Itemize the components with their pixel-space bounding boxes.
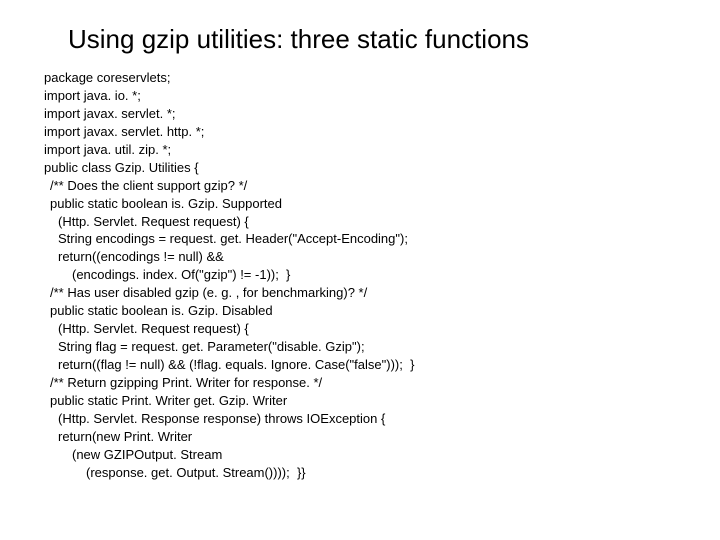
code-line: import java. io. *; — [44, 87, 676, 105]
code-line: (encodings. index. Of("gzip") != -1)); } — [44, 266, 676, 284]
code-comment: /** Has user disabled gzip (e. g. , for … — [44, 284, 676, 302]
code-comment: /** Does the client support gzip? */ — [44, 177, 676, 195]
code-line: (Http. Servlet. Request request) { — [44, 320, 676, 338]
code-line: String encodings = request. get. Header(… — [44, 230, 676, 248]
code-block: package coreservlets; import java. io. *… — [44, 69, 676, 482]
slide-title: Using gzip utilities: three static funct… — [68, 24, 676, 55]
code-line: (new GZIPOutput. Stream — [44, 446, 676, 464]
code-line: String flag = request. get. Parameter("d… — [44, 338, 676, 356]
code-line: public static boolean is. Gzip. Disabled — [44, 302, 676, 320]
code-line: package coreservlets; — [44, 69, 676, 87]
code-line: import java. util. zip. *; — [44, 141, 676, 159]
code-line: public static Print. Writer get. Gzip. W… — [44, 392, 676, 410]
code-line: public static boolean is. Gzip. Supporte… — [44, 195, 676, 213]
code-line: (Http. Servlet. Request request) { — [44, 213, 676, 231]
code-line: return(new Print. Writer — [44, 428, 676, 446]
code-line: public class Gzip. Utilities { — [44, 159, 676, 177]
code-line: (response. get. Output. Stream()))); }} — [44, 464, 676, 482]
code-line: import javax. servlet. http. *; — [44, 123, 676, 141]
code-line: import javax. servlet. *; — [44, 105, 676, 123]
code-line: return((flag != null) && (!flag. equals.… — [44, 356, 676, 374]
code-comment: /** Return gzipping Print. Writer for re… — [44, 374, 676, 392]
code-line: (Http. Servlet. Response response) throw… — [44, 410, 676, 428]
code-line: return((encodings != null) && — [44, 248, 676, 266]
